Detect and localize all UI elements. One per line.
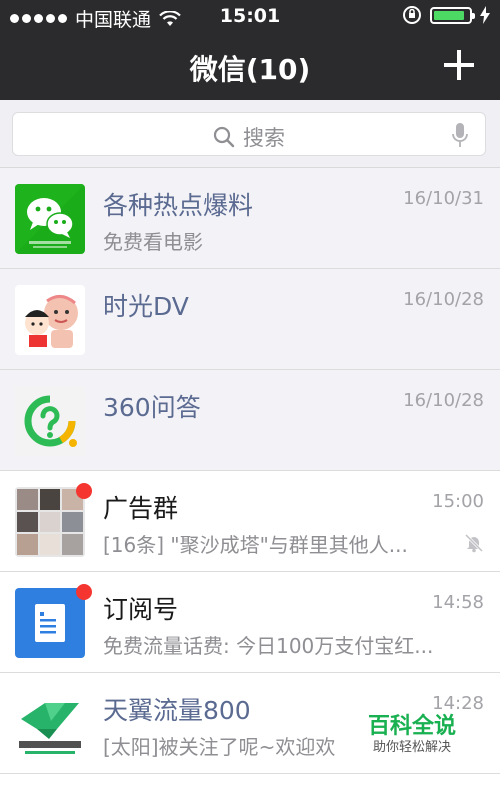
search-input[interactable]: 搜索 [12, 112, 486, 156]
chat-preview: 免费看电影 [103, 230, 203, 254]
chat-preview: [16条] "聚沙成塔"与群里其他人... [103, 533, 408, 557]
wechat-logo-avatar [15, 184, 85, 254]
status-bar: 中国联通 15:01 [0, 0, 500, 34]
battery-icon [430, 6, 475, 24]
search-placeholder: 搜索 [243, 126, 285, 150]
chat-row[interactable]: 广告群 [16条] "聚沙成塔"与群里其他人... 15:00 [0, 471, 500, 572]
chat-name: 订阅号 [103, 595, 179, 624]
group-photo-avatar [15, 487, 85, 557]
chat-row[interactable]: 时光DV 16/10/28 [0, 269, 500, 370]
chat-time: 14:28 [432, 693, 484, 714]
chat-preview: [太阳]被关注了呢~欢迎欢 [103, 735, 336, 759]
chat-name: 天翼流量800 [103, 696, 251, 725]
watermark-title: 百科全说 [367, 714, 456, 739]
unread-dot [76, 584, 92, 600]
microphone-icon[interactable] [451, 122, 469, 148]
unread-dot [76, 483, 92, 499]
chat-preview: 免费流量话费: 今日100万支付宝红... [103, 634, 434, 658]
chat-time: 16/10/31 [403, 188, 484, 209]
chat-name: 广告群 [103, 494, 179, 523]
chat-time: 16/10/28 [403, 289, 484, 310]
rotation-lock-icon [403, 6, 421, 24]
nav-bar: 微信(10) [0, 34, 500, 100]
chat-row[interactable]: 订阅号 免费流量话费: 今日100万支付宝红... 14:58 [0, 572, 500, 673]
watermark-subtitle: 助你轻松解决 [372, 740, 451, 755]
chat-time: 16/10/28 [403, 390, 484, 411]
chat-list: 各种热点爆料 免费看电影 16/10/31 时光DV 16/10/28 360问… [0, 168, 500, 774]
tianyi-logo-avatar [15, 689, 85, 759]
plus-icon[interactable] [444, 50, 474, 80]
chat-name: 360问答 [103, 393, 201, 422]
subscription-icon [15, 588, 85, 658]
search-area: 搜索 [0, 100, 500, 168]
page-title: 微信(10) [189, 53, 311, 86]
chat-name: 时光DV [103, 292, 189, 321]
chat-time: 14:58 [432, 592, 484, 613]
cartoon-avatar [15, 285, 85, 355]
search-icon [213, 126, 235, 148]
watermark: 百科全说 助你轻松解决 [362, 714, 462, 756]
chat-time: 15:00 [432, 491, 484, 512]
question-logo-avatar [15, 386, 85, 456]
chat-row[interactable]: 各种热点爆料 免费看电影 16/10/31 [0, 168, 500, 269]
chat-name: 各种热点爆料 [103, 191, 254, 220]
mute-bell-icon [464, 533, 484, 553]
chat-row[interactable]: 360问答 16/10/28 [0, 370, 500, 471]
charging-bolt-icon [480, 6, 490, 24]
